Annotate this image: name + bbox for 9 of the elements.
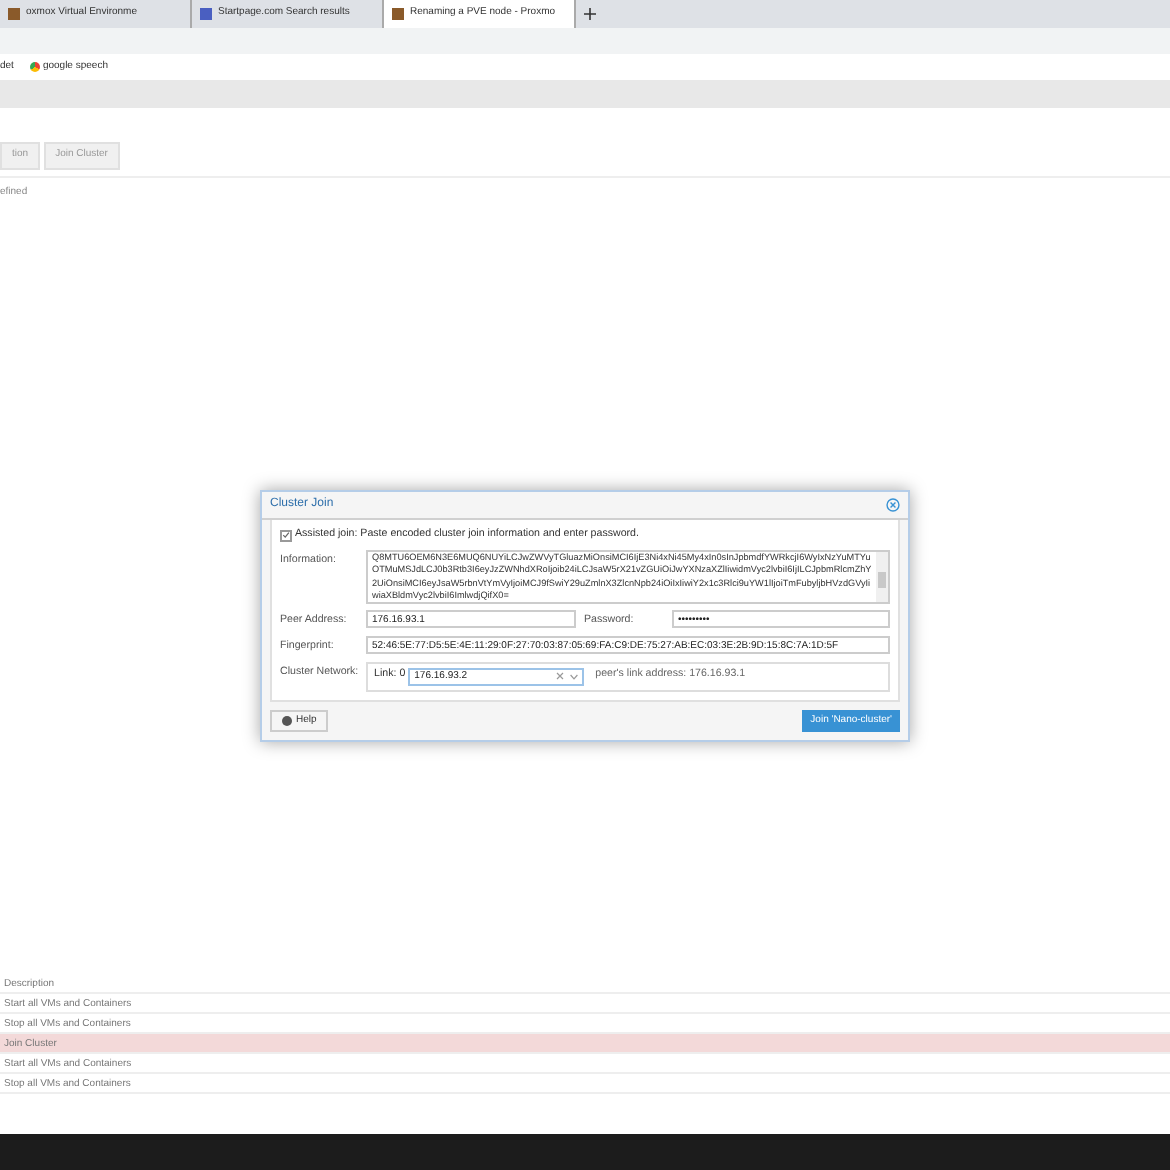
checkbox[interactable]: [280, 529, 292, 542]
help-icon: [282, 716, 292, 727]
page-icon: [8, 8, 20, 20]
clear-icon[interactable]: [556, 672, 565, 681]
chevron-icon[interactable]: [570, 673, 579, 680]
close-icon[interactable]: [886, 498, 900, 512]
new-tab-icon[interactable]: [584, 8, 596, 20]
page-icon: [392, 8, 404, 20]
page-icon: [200, 8, 212, 20]
